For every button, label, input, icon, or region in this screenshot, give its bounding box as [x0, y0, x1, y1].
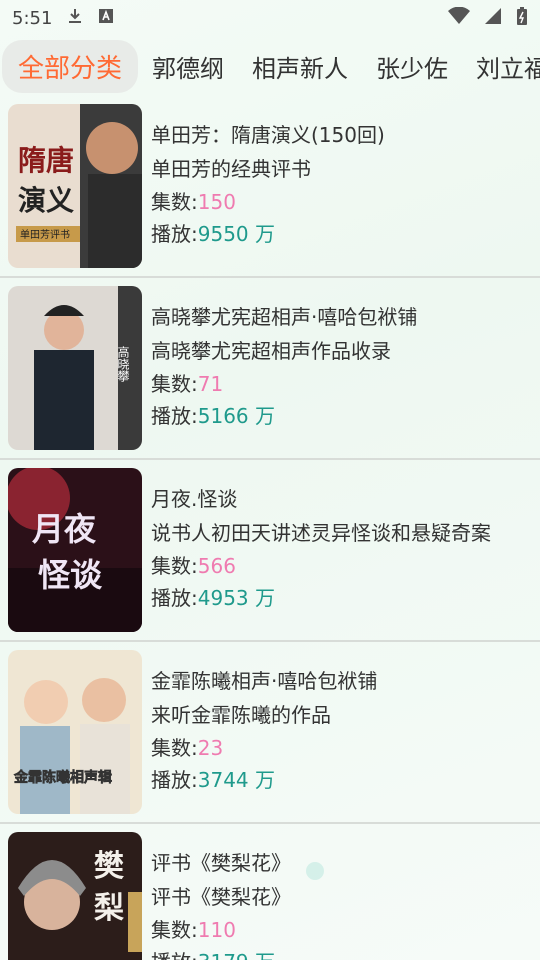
play-count-value: 5166 万	[197, 404, 276, 428]
play-count: 播放:3744 万	[151, 768, 377, 792]
svg-text:月夜: 月夜	[32, 510, 97, 548]
album-cover[interactable]: 月夜 怪谈	[8, 468, 142, 632]
status-bar: 5:51	[0, 0, 540, 36]
cover-subtitle: 单田芳评书	[20, 228, 70, 241]
episode-count-value: 110	[197, 918, 236, 942]
episode-count-label: 集数:	[151, 372, 198, 396]
play-count: 播放:4953 万	[151, 586, 491, 610]
play-count-value: 9550 万	[197, 222, 276, 246]
svg-text:樊: 樊	[94, 849, 124, 884]
svg-text:演义: 演义	[18, 184, 74, 217]
album-description: 评书《樊梨花》	[151, 885, 291, 909]
wifi-icon	[448, 6, 470, 30]
episode-count-value: 566	[197, 554, 236, 578]
episode-count-value: 150	[197, 190, 236, 214]
album-title: 单田芳：隋唐演义(150回)	[151, 123, 385, 147]
album-cover[interactable]: 金霏陈曦相声辑	[8, 650, 142, 814]
album-description: 说书人初田天讲述灵异怪谈和悬疑奇案	[151, 521, 491, 545]
list-item[interactable]: 隋唐 演义 单田芳评书 单田芳：隋唐演义(150回) 单田芳的经典评书 集数:1…	[0, 96, 540, 278]
episode-count: 集数:150	[151, 190, 385, 214]
album-cover[interactable]: 高晓攀	[8, 286, 142, 450]
play-count: 播放:9550 万	[151, 222, 385, 246]
svg-text:金霏陈曦相声辑: 金霏陈曦相声辑	[13, 769, 112, 786]
album-title: 金霏陈曦相声·嘻哈包袱铺	[151, 669, 378, 693]
list-item[interactable]: 高晓攀 高晓攀尤宪超相声·嘻哈包袱铺 高晓攀尤宪超相声作品收录 集数:71 播放…	[0, 278, 540, 460]
play-count-label: 播放:	[151, 586, 198, 610]
play-count-label: 播放:	[151, 222, 198, 246]
battery-icon	[516, 6, 528, 31]
cover-title-text: 隋唐	[18, 144, 74, 177]
episode-count-label: 集数:	[151, 918, 198, 942]
list-item[interactable]: 金霏陈曦相声辑 金霏陈曦相声·嘻哈包袱铺 来听金霏陈曦的作品 集数:23 播放:…	[0, 642, 540, 824]
album-description: 高晓攀尤宪超相声作品收录	[151, 339, 391, 363]
play-count-label: 播放:	[151, 950, 198, 960]
episode-count-label: 集数:	[151, 554, 198, 578]
play-count: 播放:5166 万	[151, 404, 417, 428]
episode-count-label: 集数:	[151, 736, 198, 760]
svg-text:怪谈: 怪谈	[38, 556, 103, 594]
album-cover[interactable]: 樊 梨	[8, 832, 142, 960]
album-title: 月夜.怪谈	[151, 487, 238, 511]
svg-text:梨: 梨	[94, 891, 124, 926]
decorative-dot	[306, 862, 324, 880]
svg-text:高晓攀: 高晓攀	[116, 345, 130, 383]
list-item[interactable]: 月夜 怪谈 月夜.怪谈 说书人初田天讲述灵异怪谈和悬疑奇案 集数:566 播放:…	[0, 460, 540, 642]
episode-count-label: 集数:	[151, 190, 198, 214]
download-icon	[66, 7, 84, 30]
tab-guo-degang[interactable]: 郭德纲	[138, 41, 238, 92]
episode-count: 集数:566	[151, 554, 491, 578]
episode-count-value: 23	[197, 736, 224, 760]
tab-crosstalk-newcomers[interactable]: 相声新人	[238, 41, 362, 92]
play-count-value: 4953 万	[197, 586, 276, 610]
episode-count-value: 71	[197, 372, 224, 396]
play-count-label: 播放:	[151, 768, 198, 792]
tab-liu-lifu[interactable]: 刘立福	[462, 41, 540, 92]
album-list: 隋唐 演义 单田芳评书 单田芳：隋唐演义(150回) 单田芳的经典评书 集数:1…	[0, 96, 540, 960]
category-tabs: 全部分类 郭德纲 相声新人 张少佐 刘立福	[0, 36, 540, 96]
status-time: 5:51	[12, 7, 53, 29]
play-count-value: 3744 万	[197, 768, 276, 792]
tab-all-categories[interactable]: 全部分类	[2, 39, 139, 93]
episode-count: 集数:110	[151, 918, 291, 942]
signal-icon	[484, 7, 502, 30]
list-item[interactable]: 樊 梨 评书《樊梨花》 评书《樊梨花》 集数:110 播放:3179 万	[0, 824, 540, 960]
album-description: 来听金霏陈曦的作品	[151, 703, 331, 727]
album-description: 单田芳的经典评书	[151, 157, 311, 181]
a-icon	[98, 8, 114, 29]
play-count-value: 3179 万	[198, 950, 275, 960]
album-title: 高晓攀尤宪超相声·嘻哈包袱铺	[151, 305, 418, 329]
album-cover[interactable]: 隋唐 演义 单田芳评书	[8, 104, 142, 268]
tab-zhang-shaozuo[interactable]: 张少佐	[362, 41, 462, 92]
album-title: 评书《樊梨花》	[151, 851, 291, 875]
play-count: 播放:3179 万	[151, 950, 291, 960]
play-count-label: 播放:	[151, 404, 198, 428]
episode-count: 集数:71	[151, 372, 417, 396]
episode-count: 集数:23	[151, 736, 377, 760]
